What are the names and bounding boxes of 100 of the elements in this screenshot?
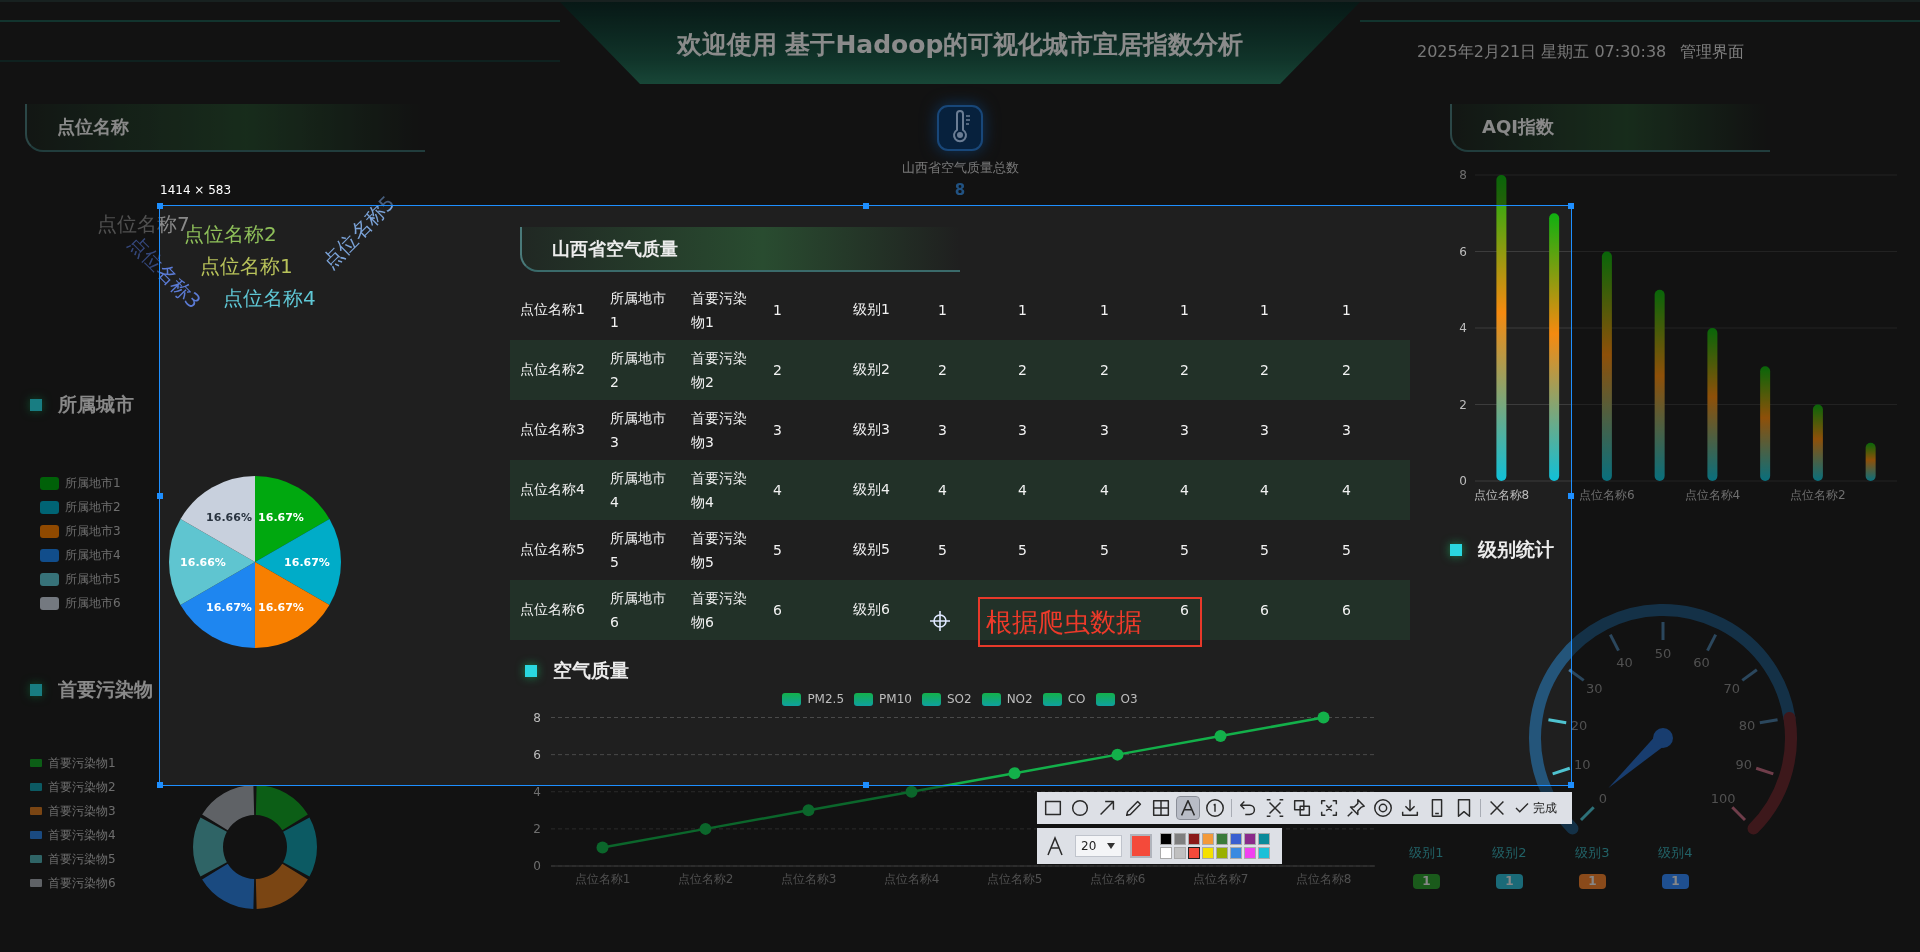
palette-color[interactable] [1244,833,1257,845]
bar[interactable] [1654,289,1665,481]
legend-label[interactable]: 所属地市3 [65,522,121,540]
ocr-button[interactable] [1291,797,1313,819]
donut-slice[interactable] [255,863,308,909]
selection-size: 1414 × 583 [160,183,232,197]
resize-handle[interactable] [1568,492,1574,499]
legend-label[interactable]: CO [1067,692,1086,706]
data-point[interactable] [1008,767,1021,780]
legend-label[interactable]: 所属地市6 [65,594,121,612]
palette-color[interactable] [1230,847,1243,859]
legend-swatch [981,692,1001,706]
palette-color[interactable] [1202,847,1215,859]
legend-swatch [1095,692,1115,706]
bar[interactable] [1601,251,1612,481]
data-point[interactable] [905,785,918,798]
legend-label[interactable]: 首要污染物4 [48,826,116,844]
pie-value-label: 16.67% [258,601,304,615]
download-button[interactable] [1399,797,1421,819]
legend-label[interactable]: 首要污染物2 [48,778,116,796]
palette-color[interactable] [1258,847,1271,859]
palette-color[interactable] [1174,833,1187,845]
palette-color[interactable] [1160,833,1173,845]
resize-handle[interactable] [157,492,163,499]
legend-label[interactable]: 所属地市1 [65,474,121,492]
donut-slice[interactable] [255,785,308,831]
table-cell: 5 [1180,542,1189,558]
record-button[interactable] [1372,797,1394,819]
admin-link[interactable]: 管理界面 [1680,42,1745,63]
font-size-select[interactable]: 20 [1075,835,1123,857]
table-cell: 4 [1100,482,1109,498]
palette-color[interactable] [1258,833,1271,845]
palette-color[interactable] [1160,847,1173,859]
done-button[interactable]: 完成 [1513,799,1557,817]
donut-slice[interactable] [193,817,227,877]
resize-handle[interactable] [1568,782,1574,788]
legend-label[interactable]: PM2.5 [807,692,845,706]
table-cell: 1 [1180,302,1189,318]
resize-handle[interactable] [1568,203,1574,209]
bar[interactable] [1812,404,1823,481]
axis-label: 8 [533,710,541,725]
current-color[interactable] [1130,834,1153,858]
legend-label[interactable]: 首要污染物1 [48,754,116,772]
resize-handle[interactable] [157,203,163,209]
legend-label[interactable]: O3 [1120,692,1138,706]
data-point[interactable] [1111,748,1124,761]
gauge-label: 80 [1738,717,1756,733]
legend-label[interactable]: 所属地市4 [65,546,121,564]
data-point[interactable] [802,804,815,817]
data-point[interactable] [699,822,712,835]
palette-color[interactable] [1244,847,1257,859]
data-point[interactable] [1214,730,1227,743]
cut-button[interactable] [1264,797,1286,819]
axis-label: 点位名称4 [1684,488,1741,502]
bar[interactable] [1760,366,1771,481]
ellipse-tool[interactable] [1069,797,1091,819]
pin-button[interactable] [1345,797,1367,819]
axis-label: 0 [1459,474,1467,488]
legend-label[interactable]: PM10 [879,692,912,706]
legend-label[interactable]: 所属地市2 [65,498,121,516]
palette-color[interactable] [1188,833,1201,845]
legend-swatch [40,476,59,490]
gauge-label: 90 [1735,757,1753,773]
data-point[interactable] [1317,711,1330,724]
bar[interactable] [1496,175,1507,481]
table-cell: 3 [1260,422,1269,438]
table-cell-text: 所属地市6 [610,589,667,632]
palette-color[interactable] [1174,847,1187,859]
section-title: 级别统计 [1478,537,1554,562]
caret-icon [1106,842,1117,850]
legend-swatch [782,692,802,706]
number-tool[interactable] [1204,797,1226,819]
resize-handle[interactable] [862,203,869,209]
bar[interactable] [1865,442,1876,481]
palette-color[interactable] [1216,833,1229,845]
square-icon [525,665,537,677]
donut-slice[interactable] [202,863,255,909]
palette-color[interactable] [1230,833,1243,845]
palette-color[interactable] [1188,847,1201,859]
level-label: 级别3 [1575,844,1610,862]
legend-label[interactable]: 所属地市5 [65,570,121,588]
legend-label[interactable]: 首要污染物5 [48,850,116,868]
text-tool[interactable] [1177,797,1199,819]
legend-label[interactable]: SO2 [946,692,972,706]
palette-color[interactable] [1216,847,1229,859]
donut-slice[interactable] [283,817,317,877]
legend-label[interactable]: 首要污染物3 [48,802,116,820]
bar[interactable] [1549,213,1560,481]
table-cell: 2 [1018,362,1027,378]
square-icon [30,684,42,696]
legend-label[interactable]: NO2 [1006,692,1033,706]
palette-color[interactable] [1202,833,1215,845]
legend-label[interactable]: 首要污染物6 [48,874,116,892]
resize-handle[interactable] [862,782,869,788]
resize-handle[interactable] [157,782,163,788]
scan-button[interactable] [1318,797,1340,819]
pie-value-label: 16.67% [206,601,252,614]
mosaic-tool[interactable] [1150,797,1172,819]
data-point[interactable] [596,841,609,854]
donut-slice[interactable] [202,785,255,831]
